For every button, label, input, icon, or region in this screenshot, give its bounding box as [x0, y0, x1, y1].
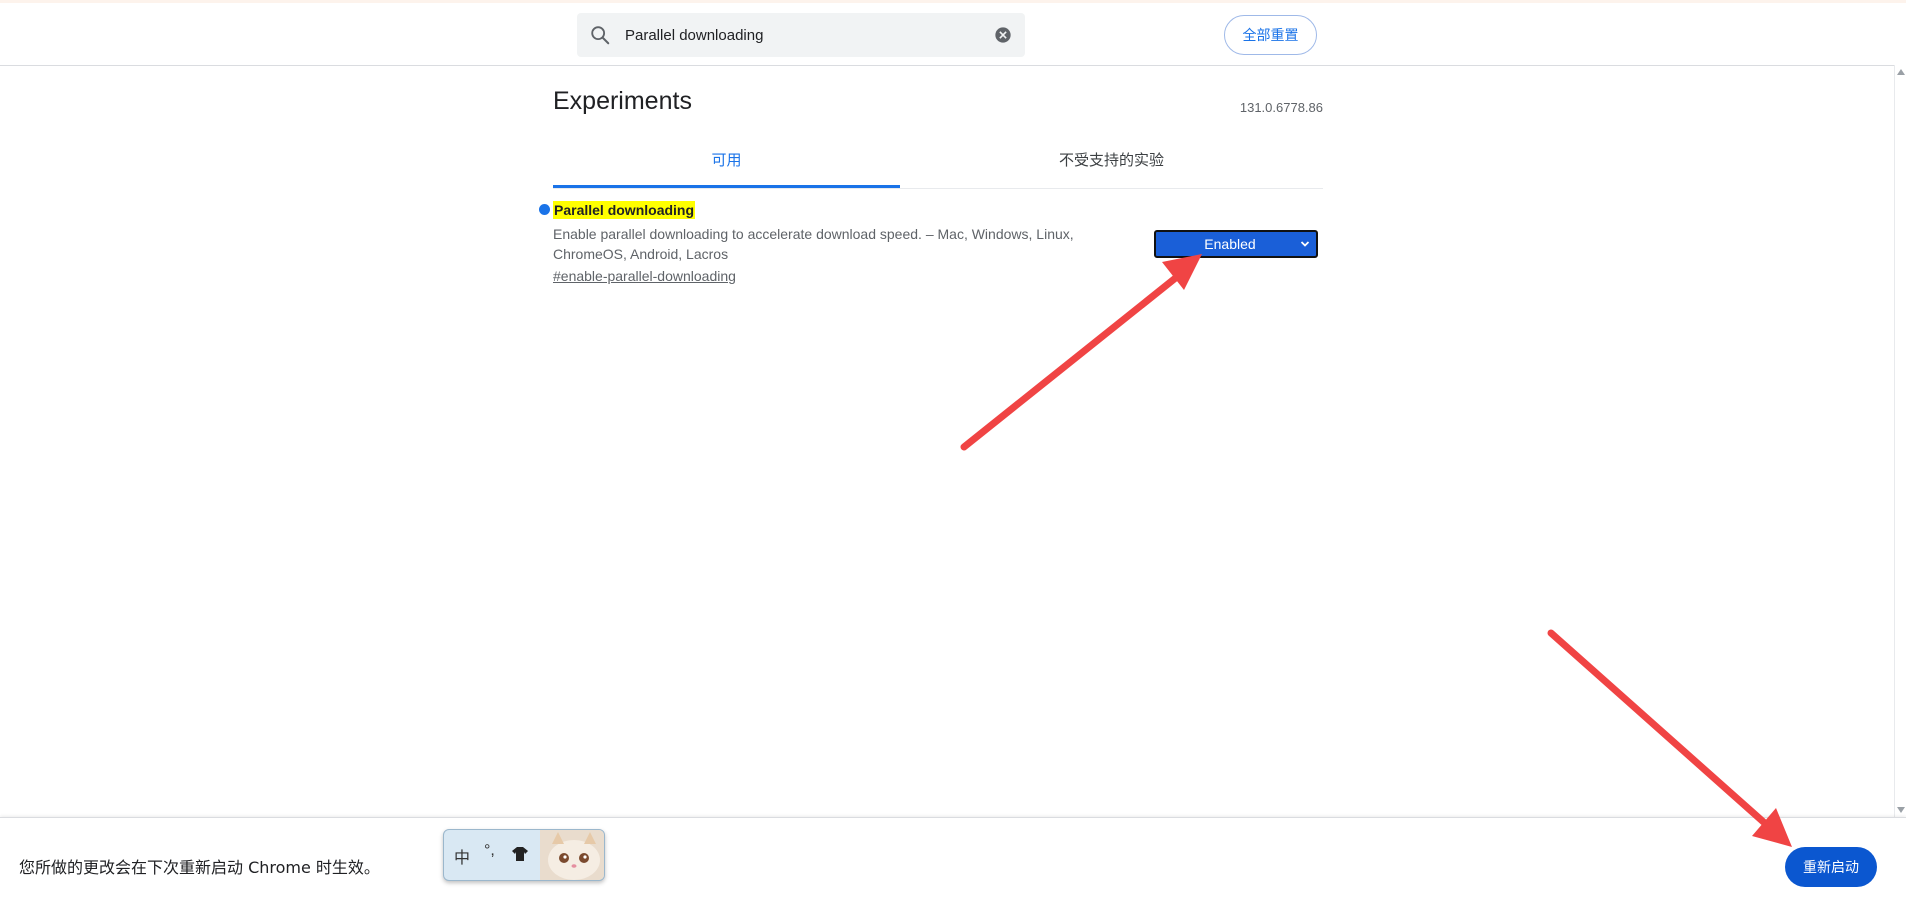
search-input[interactable]: [617, 13, 985, 57]
search-icon: [591, 26, 610, 45]
relaunch-button[interactable]: 重新启动: [1785, 847, 1877, 887]
clear-icon[interactable]: [994, 26, 1012, 44]
header: 全部重置: [0, 3, 1906, 66]
version-label: 131.0.6778.86: [1239, 100, 1323, 115]
ime-cat-mascot-icon: [540, 830, 604, 880]
scrollbar[interactable]: [1894, 65, 1906, 817]
annotation-arrow-to-relaunch: [1547, 629, 1792, 847]
scroll-up-icon[interactable]: [1897, 69, 1905, 75]
chevron-down-icon: [1300, 241, 1310, 247]
page-title: Experiments: [553, 87, 692, 115]
annotation-arrow-to-select: [960, 254, 1202, 451]
flag-state-value: Enabled: [1204, 236, 1256, 252]
ime-toolbar[interactable]: 中 °,: [443, 829, 605, 881]
search-box[interactable]: [577, 13, 1025, 57]
scroll-down-icon[interactable]: [1897, 807, 1905, 813]
flag-name: Parallel downloading: [553, 201, 696, 219]
tab-available[interactable]: 可用: [553, 140, 900, 188]
flag-permalink[interactable]: #enable-parallel-downloading: [553, 268, 736, 284]
ime-punctuation-toggle[interactable]: °,: [484, 842, 495, 860]
ime-skin-icon[interactable]: [512, 847, 528, 861]
annotation-arrows: [960, 254, 1792, 847]
restart-footer: 您所做的更改会在下次重新启动 Chrome 时生效。 中 °, 重新启动: [0, 817, 1906, 904]
tab-unsupported[interactable]: 不受支持的实验: [900, 140, 1323, 187]
reset-all-button[interactable]: 全部重置: [1224, 15, 1317, 55]
flag-description: Enable parallel downloading to accelerat…: [553, 226, 1074, 262]
tab-bar: 可用 不受支持的实验: [553, 140, 1323, 189]
restart-message: 您所做的更改会在下次重新启动 Chrome 时生效。: [19, 858, 380, 877]
flag-modified-dot: [539, 204, 550, 215]
flag-state-select[interactable]: Enabled: [1154, 230, 1318, 258]
ime-mode-toggle[interactable]: 中: [454, 844, 470, 868]
